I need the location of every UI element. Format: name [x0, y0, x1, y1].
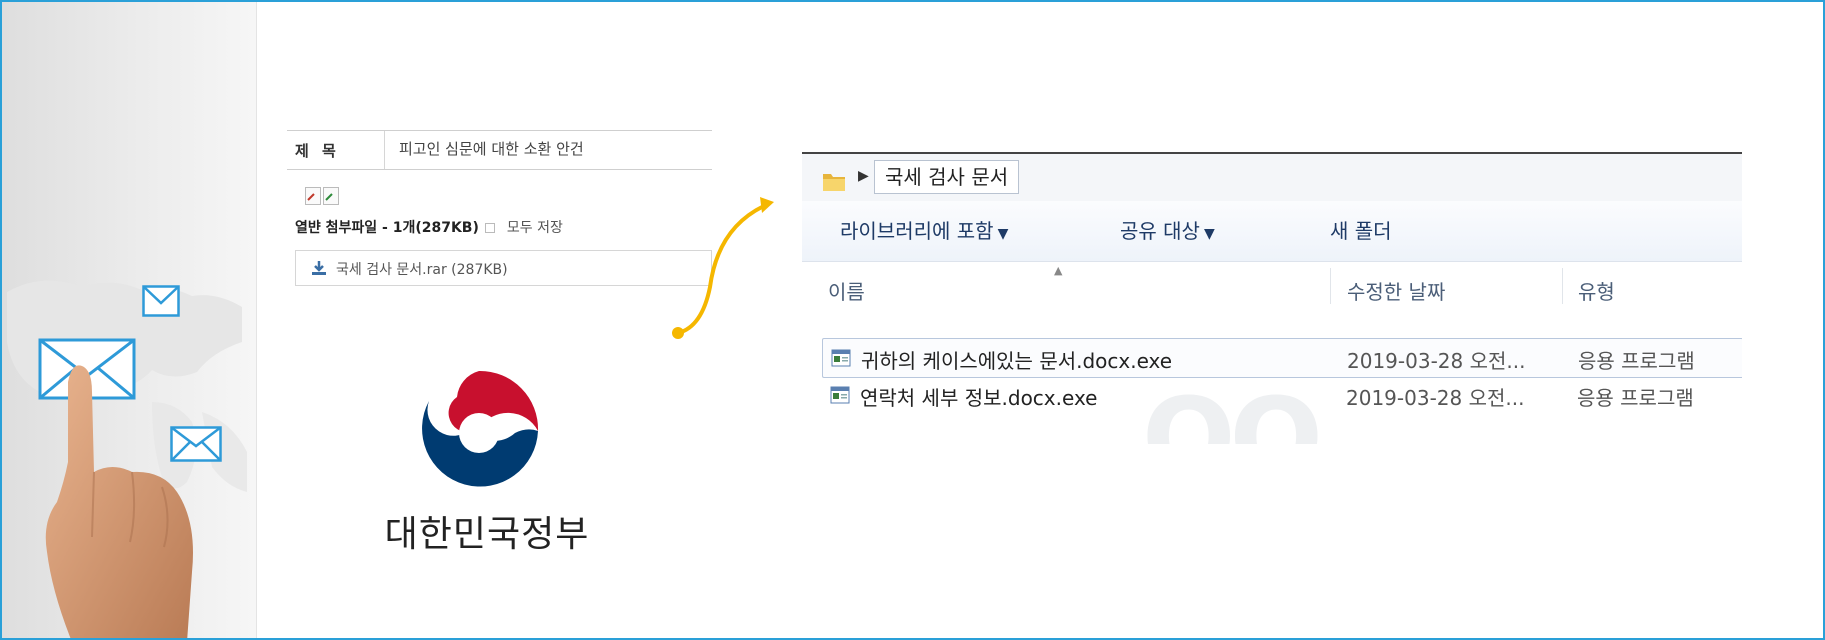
save-all-link[interactable]: 모두 저장 [507, 220, 563, 236]
column-type[interactable]: 유형 [1578, 276, 1615, 305]
chevron-right-icon[interactable]: ▶ [858, 168, 869, 184]
decorative-side-panel [2, 2, 257, 638]
pointing-hand-illustration [45, 365, 193, 638]
curved-arrow-connector [672, 197, 774, 339]
column-date-modified[interactable]: 수정한 날짜 [1347, 276, 1445, 305]
sort-arrow-icon: ▲ [1054, 264, 1063, 277]
file-row[interactable]: 귀하의 케이스에있는 문서.docx.exe 2019-03-28 오전... … [822, 338, 1742, 378]
exe-file-icon [830, 386, 850, 404]
column-header: ▲ 이름 수정한 날짜 유형 [802, 262, 1742, 310]
subject-row: 제 목 피고인 심문에 대한 소환 안건 [287, 130, 712, 170]
address-bar[interactable]: ▶ 국세 검사 문서 [802, 152, 1742, 203]
folder-icon [823, 174, 845, 191]
share-with-button[interactable]: 공유 대상 ▼ [1120, 215, 1215, 244]
include-in-library-button[interactable]: 라이브러리에 포함 ▼ [840, 215, 1008, 244]
attachment-icon[interactable] [305, 187, 321, 205]
file-date: 2019-03-28 오전... [1347, 349, 1526, 373]
file-row[interactable]: 연락처 세부 정보.docx.exe 2019-03-28 오전... 응용 프… [822, 376, 1742, 414]
file-date: 2019-03-28 오전... [1346, 386, 1525, 410]
checkbox-icon[interactable] [484, 223, 495, 233]
attachment-summary-line: 열뱐 첨부파일 - 1개(287KB) 모두 저장 [295, 217, 563, 237]
file-type: 응용 프로그램 [1577, 386, 1694, 410]
column-name[interactable]: 이름 [828, 276, 865, 305]
subject-value: 피고인 심문에 대한 소환 안건 [399, 140, 584, 158]
attachment-summary: 열뱐 첨부파일 - 1개(287KB) [295, 220, 479, 236]
subject-label: 제 목 [295, 142, 340, 160]
slide-frame: 제 목 피고인 심문에 대한 소환 안건 열뱐 첨부파일 - 1개(287KB)… [0, 0, 1825, 640]
government-logo [422, 370, 539, 487]
email-message-snippet: 제 목 피고인 심문에 대한 소환 안건 열뱐 첨부파일 - 1개(287KB)… [287, 124, 712, 302]
attachment-file-row[interactable]: 국세 검사 문서.rar (287KB) [295, 250, 712, 286]
new-folder-button[interactable]: 새 폴더 [1330, 215, 1392, 244]
download-icon [312, 261, 326, 275]
column-separator[interactable] [1330, 268, 1331, 304]
attachment-file-name[interactable]: 국세 검사 문서.rar (287KB) [336, 259, 508, 279]
file-name[interactable]: 귀하의 케이스에있는 문서.docx.exe [861, 345, 1172, 374]
caret-down-icon: ▼ [997, 226, 1009, 242]
government-name: 대한민국정부 [384, 514, 590, 555]
explorer-toolbar: 라이브러리에 포함 ▼ 공유 대상 ▼ 새 폴더 [802, 201, 1742, 262]
attachment-tool-icons [305, 187, 339, 205]
caret-down-icon: ▼ [1203, 226, 1215, 242]
column-separator[interactable] [1562, 268, 1563, 304]
file-name[interactable]: 연락처 세부 정보.docx.exe [860, 382, 1097, 411]
envelope-icon [142, 285, 180, 317]
breadcrumb[interactable]: 국세 검사 문서 [874, 160, 1020, 194]
divider [384, 131, 385, 169]
exe-file-icon [831, 349, 851, 367]
attachment-icon[interactable] [323, 187, 339, 205]
file-explorer-window: ▶ 국세 검사 문서 라이브러리에 포함 ▼ 공유 대상 ▼ 새 폴더 ▲ 이름 수… [802, 152, 1742, 444]
file-type: 응용 프로그램 [1578, 349, 1695, 373]
